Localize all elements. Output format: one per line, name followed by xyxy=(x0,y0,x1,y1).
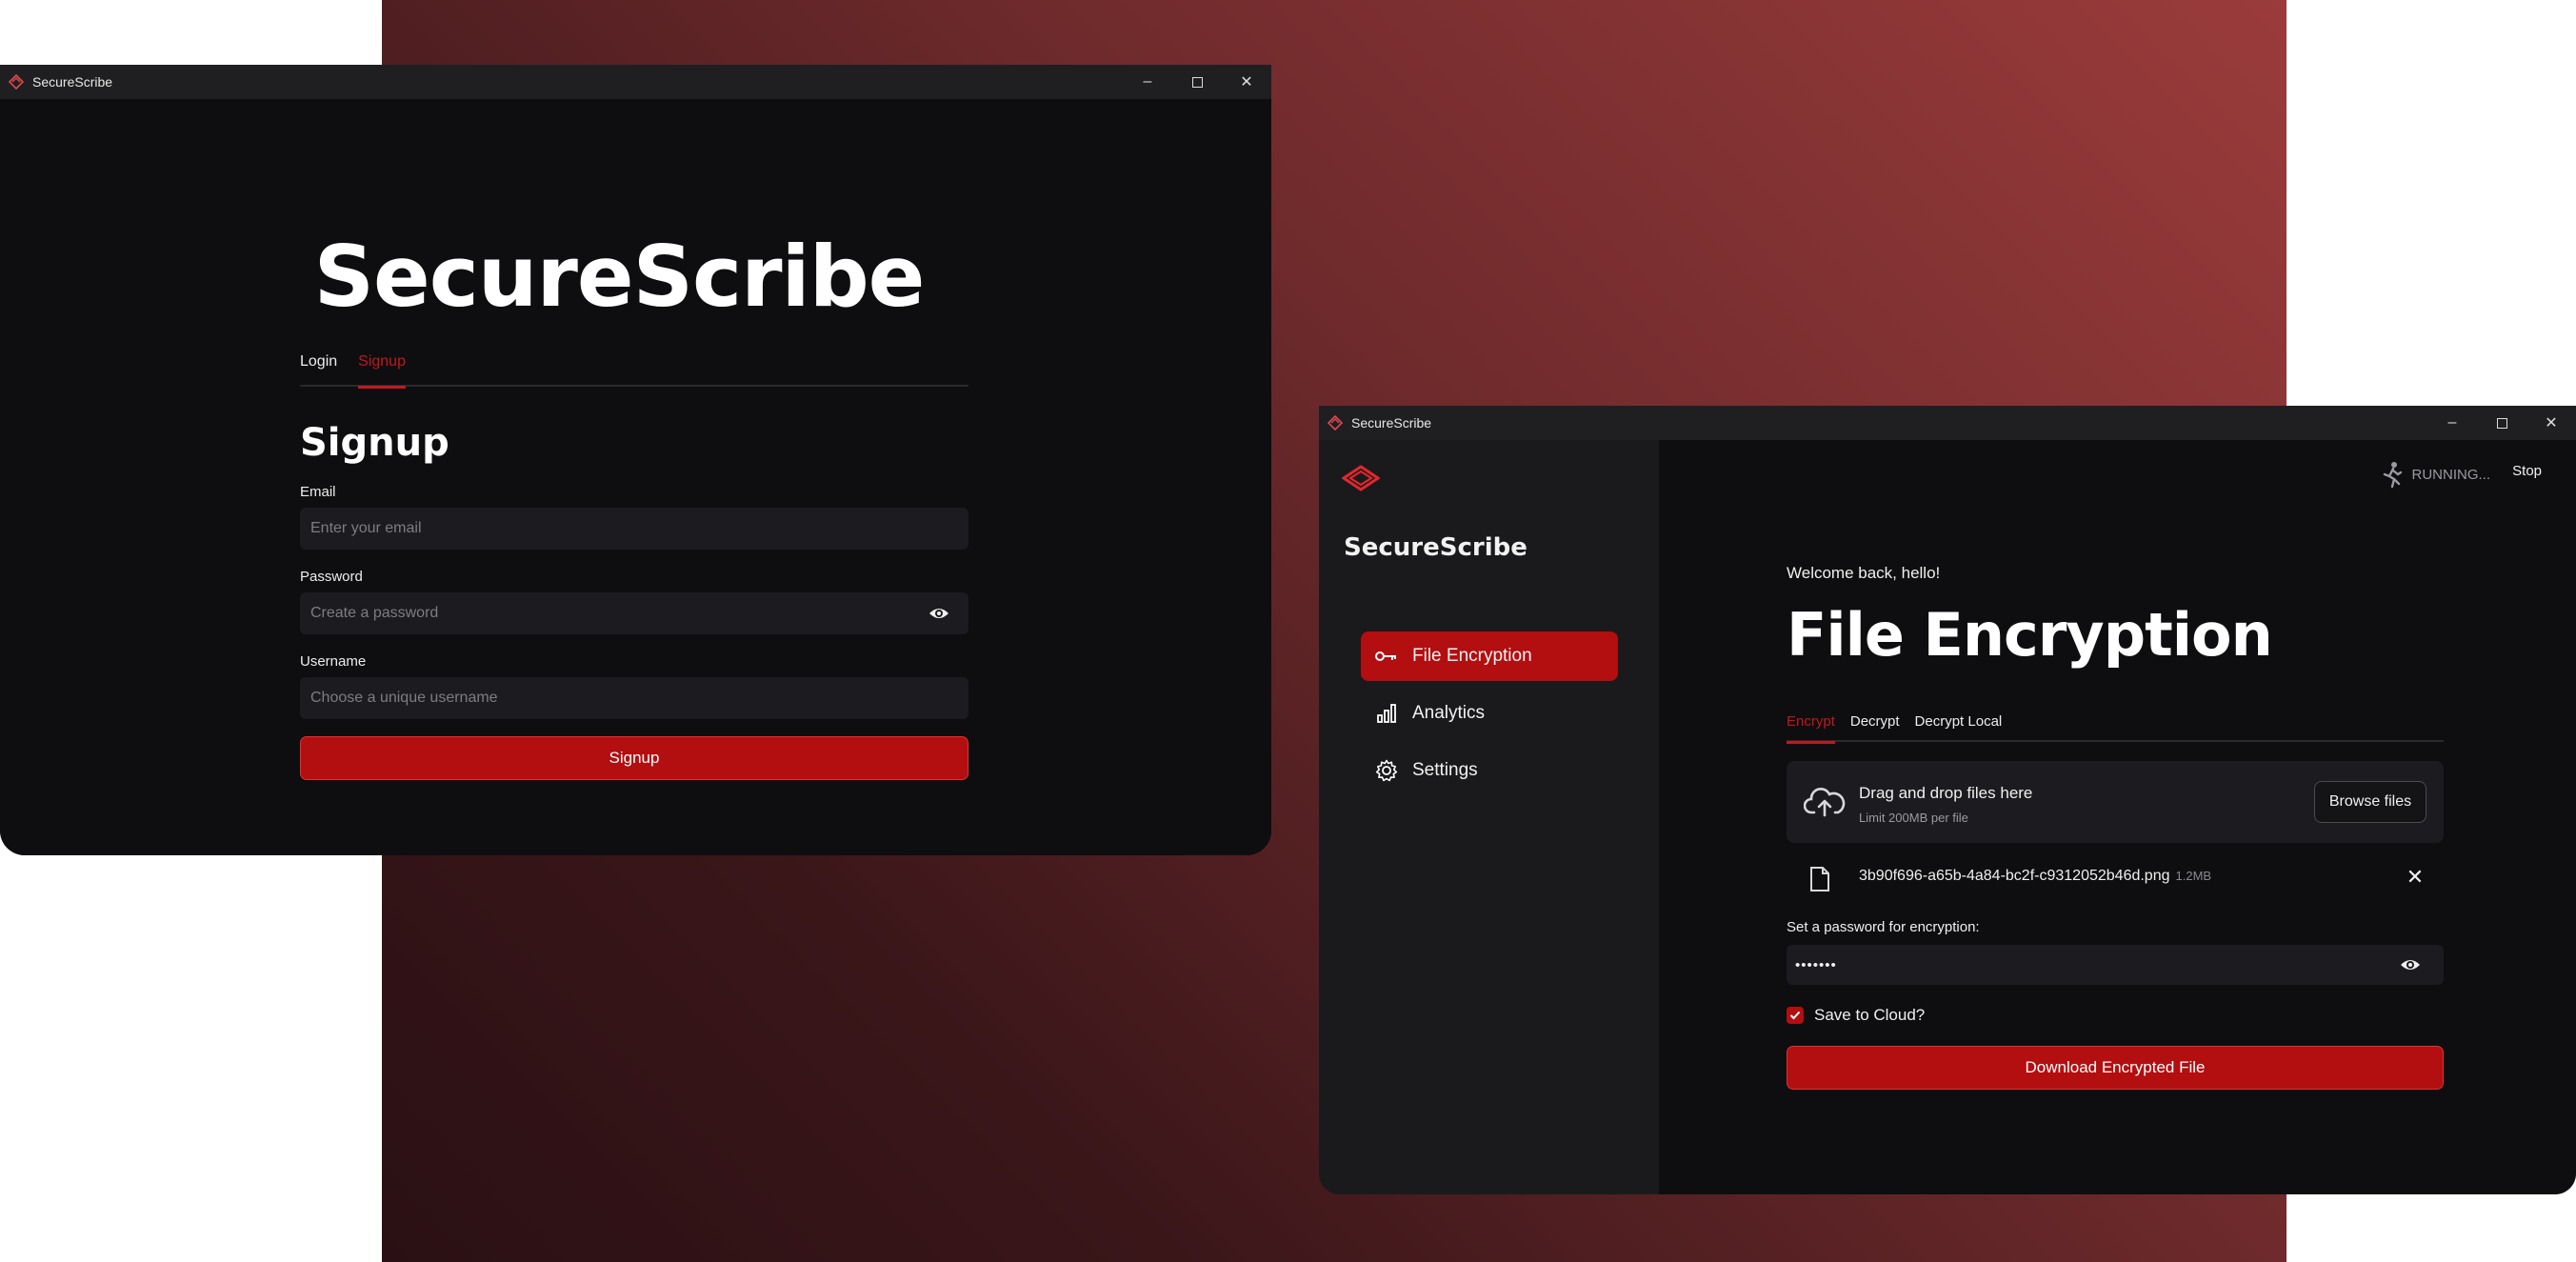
minimize-icon: – xyxy=(1143,73,1152,90)
tab-login[interactable]: Login xyxy=(300,349,337,387)
minimize-button[interactable]: – xyxy=(2427,406,2477,440)
sidebar-item-analytics[interactable]: Analytics xyxy=(1361,689,1618,738)
app-window: SecureScribe – ✕ SecureScribe File Encry… xyxy=(1319,406,2576,1194)
tab-encrypt[interactable]: Encrypt xyxy=(1787,713,1835,744)
show-password-icon[interactable] xyxy=(2400,956,2421,973)
stop-button[interactable]: Stop xyxy=(2512,463,2542,479)
desktop-stage: SecureScribe – ✕ SecureScribe Login Sign… xyxy=(0,0,2576,1262)
maximize-button[interactable] xyxy=(2477,406,2526,440)
maximize-icon xyxy=(1191,76,1203,88)
sidebar: SecureScribe File Encryption Analytics S… xyxy=(1319,440,1659,1194)
remove-file-close-icon[interactable]: ✕ xyxy=(2404,865,2426,889)
gear-icon xyxy=(1374,758,1399,783)
brand-heading: SecureScribe xyxy=(313,228,926,326)
signup-form: Login Signup Signup Email Enter your ema… xyxy=(300,349,968,780)
page-title: File Encryption xyxy=(1787,600,2273,670)
key-icon xyxy=(1374,644,1399,669)
file-icon xyxy=(1810,867,1829,891)
username-label: Username xyxy=(300,653,367,670)
cloud-upload-icon xyxy=(1804,788,1846,817)
download-encrypted-file-button[interactable]: Download Encrypted File xyxy=(1787,1046,2444,1090)
tab-decrypt[interactable]: Decrypt xyxy=(1850,713,1900,742)
password-value: ••••••• xyxy=(1795,956,1837,973)
sidebar-brand: SecureScribe xyxy=(1344,533,1528,562)
file-name: 3b90f696-a65b-4a84-bc2f-c9312052b46d.png… xyxy=(1859,868,2211,885)
password-label: Password xyxy=(300,569,363,585)
encryption-password-label: Set a password for encryption: xyxy=(1787,919,1980,935)
sidebar-item-settings[interactable]: Settings xyxy=(1361,746,1618,795)
title-bar: SecureScribe – ✕ xyxy=(1319,406,2576,443)
welcome-text: Welcome back, hello! xyxy=(1787,564,1941,582)
sidebar-item-file-encryption[interactable]: File Encryption xyxy=(1361,631,1618,681)
minimize-button[interactable]: – xyxy=(1123,65,1172,99)
main-content: RUNNING... Stop Welcome back, hello! Fil… xyxy=(1659,440,2576,1194)
file-dropzone[interactable]: Drag and drop files here Limit 200MB per… xyxy=(1787,761,2444,843)
running-indicator: RUNNING... xyxy=(2382,461,2491,488)
dropzone-title: Drag and drop files here xyxy=(1859,784,2033,802)
close-icon: ✕ xyxy=(1240,74,1253,90)
file-size: 1.2MB xyxy=(2175,869,2212,883)
save-to-cloud-checkbox[interactable]: Save to Cloud? xyxy=(1787,1006,2444,1025)
sidebar-item-label: Settings xyxy=(1412,760,1478,780)
password-placeholder: Create a password xyxy=(310,605,439,621)
form-title: Signup xyxy=(300,421,449,465)
browse-files-button[interactable]: Browse files xyxy=(2314,781,2426,823)
tab-signup[interactable]: Signup xyxy=(358,349,406,389)
running-label: RUNNING... xyxy=(2411,466,2491,483)
tab-decrypt-local[interactable]: Decrypt Local xyxy=(1915,713,2003,742)
email-field[interactable]: Enter your email xyxy=(300,508,968,550)
app-logo-icon xyxy=(6,71,27,92)
auth-tabs: Login Signup xyxy=(300,349,968,389)
signup-button[interactable]: Signup xyxy=(300,736,968,780)
password-field[interactable]: Create a password xyxy=(300,592,968,634)
sidebar-item-label: Analytics xyxy=(1412,703,1486,723)
app-logo-icon xyxy=(1325,412,1346,433)
close-button[interactable]: ✕ xyxy=(1222,65,1271,99)
window-title: SecureScribe xyxy=(32,74,113,90)
close-icon: ✕ xyxy=(2545,415,2558,431)
brand-logo-icon xyxy=(1342,465,1380,491)
save-to-cloud-label: Save to Cloud? xyxy=(1814,1006,1926,1024)
checkbox-checked-icon[interactable] xyxy=(1787,1007,1804,1024)
email-label: Email xyxy=(300,484,336,500)
uploaded-file-row: 3b90f696-a65b-4a84-bc2f-c9312052b46d.png… xyxy=(1787,856,2444,900)
username-field[interactable]: Choose a unique username xyxy=(300,677,968,719)
maximize-icon xyxy=(2496,417,2507,429)
running-icon xyxy=(2383,462,2402,488)
close-button[interactable]: ✕ xyxy=(2526,406,2576,440)
minimize-icon: – xyxy=(2447,414,2457,431)
maximize-button[interactable] xyxy=(1172,65,1222,99)
sidebar-item-label: File Encryption xyxy=(1412,646,1532,666)
encryption-tabs: Encrypt Decrypt Decrypt Local xyxy=(1787,713,2444,744)
encryption-password-field[interactable]: ••••••• xyxy=(1787,945,2444,985)
signup-window: SecureScribe – ✕ SecureScribe Login Sign… xyxy=(0,65,1271,855)
file-name-text: 3b90f696-a65b-4a84-bc2f-c9312052b46d.png xyxy=(1859,868,2170,884)
show-password-icon[interactable] xyxy=(929,605,949,622)
dropzone-limit: Limit 200MB per file xyxy=(1859,811,1968,825)
window-title: SecureScribe xyxy=(1351,415,1432,431)
title-bar: SecureScribe – ✕ xyxy=(0,65,1271,102)
bar-chart-icon xyxy=(1374,701,1399,726)
